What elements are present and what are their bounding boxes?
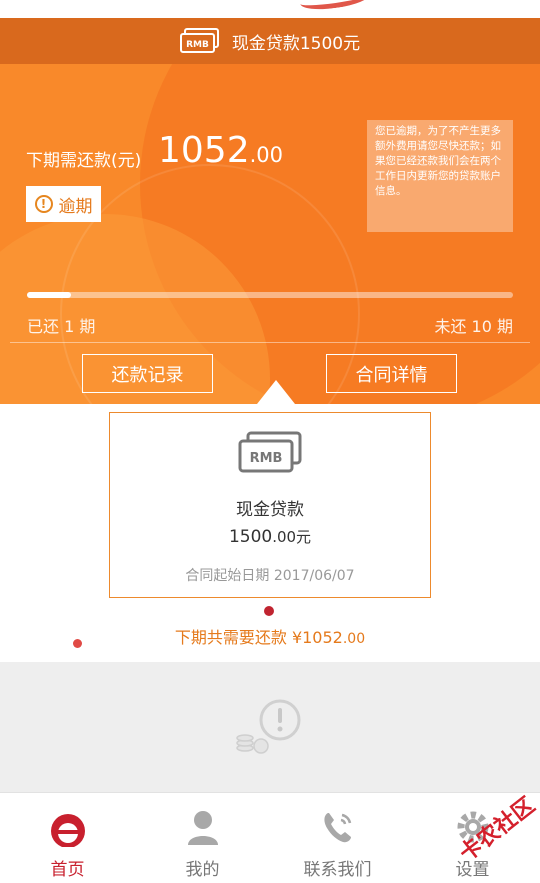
loan-contract-card[interactable]: RMB 现金贷款 1500.00元 合同起始日期 2017/06/07 [109, 412, 431, 598]
user-icon [187, 811, 218, 845]
overdue-notice: 您已逾期，为了不产生更多额外费用请您尽快还款；如果您已经还款我们会在两个工作日内… [367, 120, 513, 232]
coins-warning-icon [236, 699, 301, 754]
overdue-status-badge: ! 逾期 [26, 186, 101, 222]
loan-amount: 1500.00元 [110, 526, 430, 547]
title-bar: RMB 现金贷款1500元 [0, 18, 540, 64]
overdue-status-text: 逾期 [58, 196, 93, 217]
nav-label-home: 首页 [50, 860, 85, 880]
rmb-banknote-icon: RMB [238, 431, 302, 473]
repayment-progress-fill [27, 292, 72, 298]
loan-summary-panel: 下期需还款(元) 1052.00 ! 逾期 您已逾期，为了不产生更多额外费用请您… [0, 64, 540, 404]
home-icon [50, 814, 85, 847]
active-tab-indicator [257, 380, 295, 404]
nav-label-contact: 联系我们 [303, 860, 372, 880]
loan-amount-decimal: .00元 [272, 528, 312, 546]
nav-item-contact[interactable]: 联系我们 [270, 793, 405, 883]
repayment-progress-bar [27, 292, 513, 298]
loan-amount-integer: 1500 [228, 527, 273, 547]
next-payment-amount: 1052.00 [158, 130, 283, 171]
total-due-decimal: .00 [342, 631, 366, 647]
warning-icon: ! [34, 195, 53, 213]
contract-start-date: 合同起始日期 2017/06/07 [185, 568, 355, 584]
amount-integer: 1052 [158, 130, 250, 171]
next-payment-label: 下期需还款(元) [26, 151, 142, 171]
nav-item-home[interactable]: 首页 [0, 793, 135, 883]
nav-label-mine: 我的 [185, 860, 220, 880]
rmb-icon-text: RMB [186, 40, 209, 50]
decorative-dot [264, 606, 274, 616]
next-total-due: 下期共需要还款 ¥1052.00 [0, 624, 540, 648]
loan-product-name: 现金贷款 [236, 500, 304, 520]
community-watermark: 卡农社区 [432, 790, 540, 867]
top-strip [0, 0, 540, 18]
decorative-swoosh [299, 0, 371, 13]
amount-decimal: .00 [249, 143, 284, 167]
rmb-icon-text: RMB [250, 451, 283, 466]
contract-details-button[interactable]: 合同详情 [326, 354, 457, 393]
divider [10, 342, 530, 343]
repayment-records-button[interactable]: 还款记录 [82, 354, 213, 393]
nav-item-mine[interactable]: 我的 [135, 793, 270, 883]
rmb-banknote-icon: RMB [179, 28, 219, 53]
paid-periods-label: 已还 1 期 [27, 317, 96, 336]
watermark-text: 卡农社区 [455, 793, 540, 867]
unpaid-periods-label: 未还 10 期 [434, 317, 513, 336]
phone-icon [323, 813, 351, 843]
page-title: 现金贷款1500元 [231, 33, 361, 54]
total-due-text: 下期共需要还款 ¥1052 [174, 628, 343, 647]
